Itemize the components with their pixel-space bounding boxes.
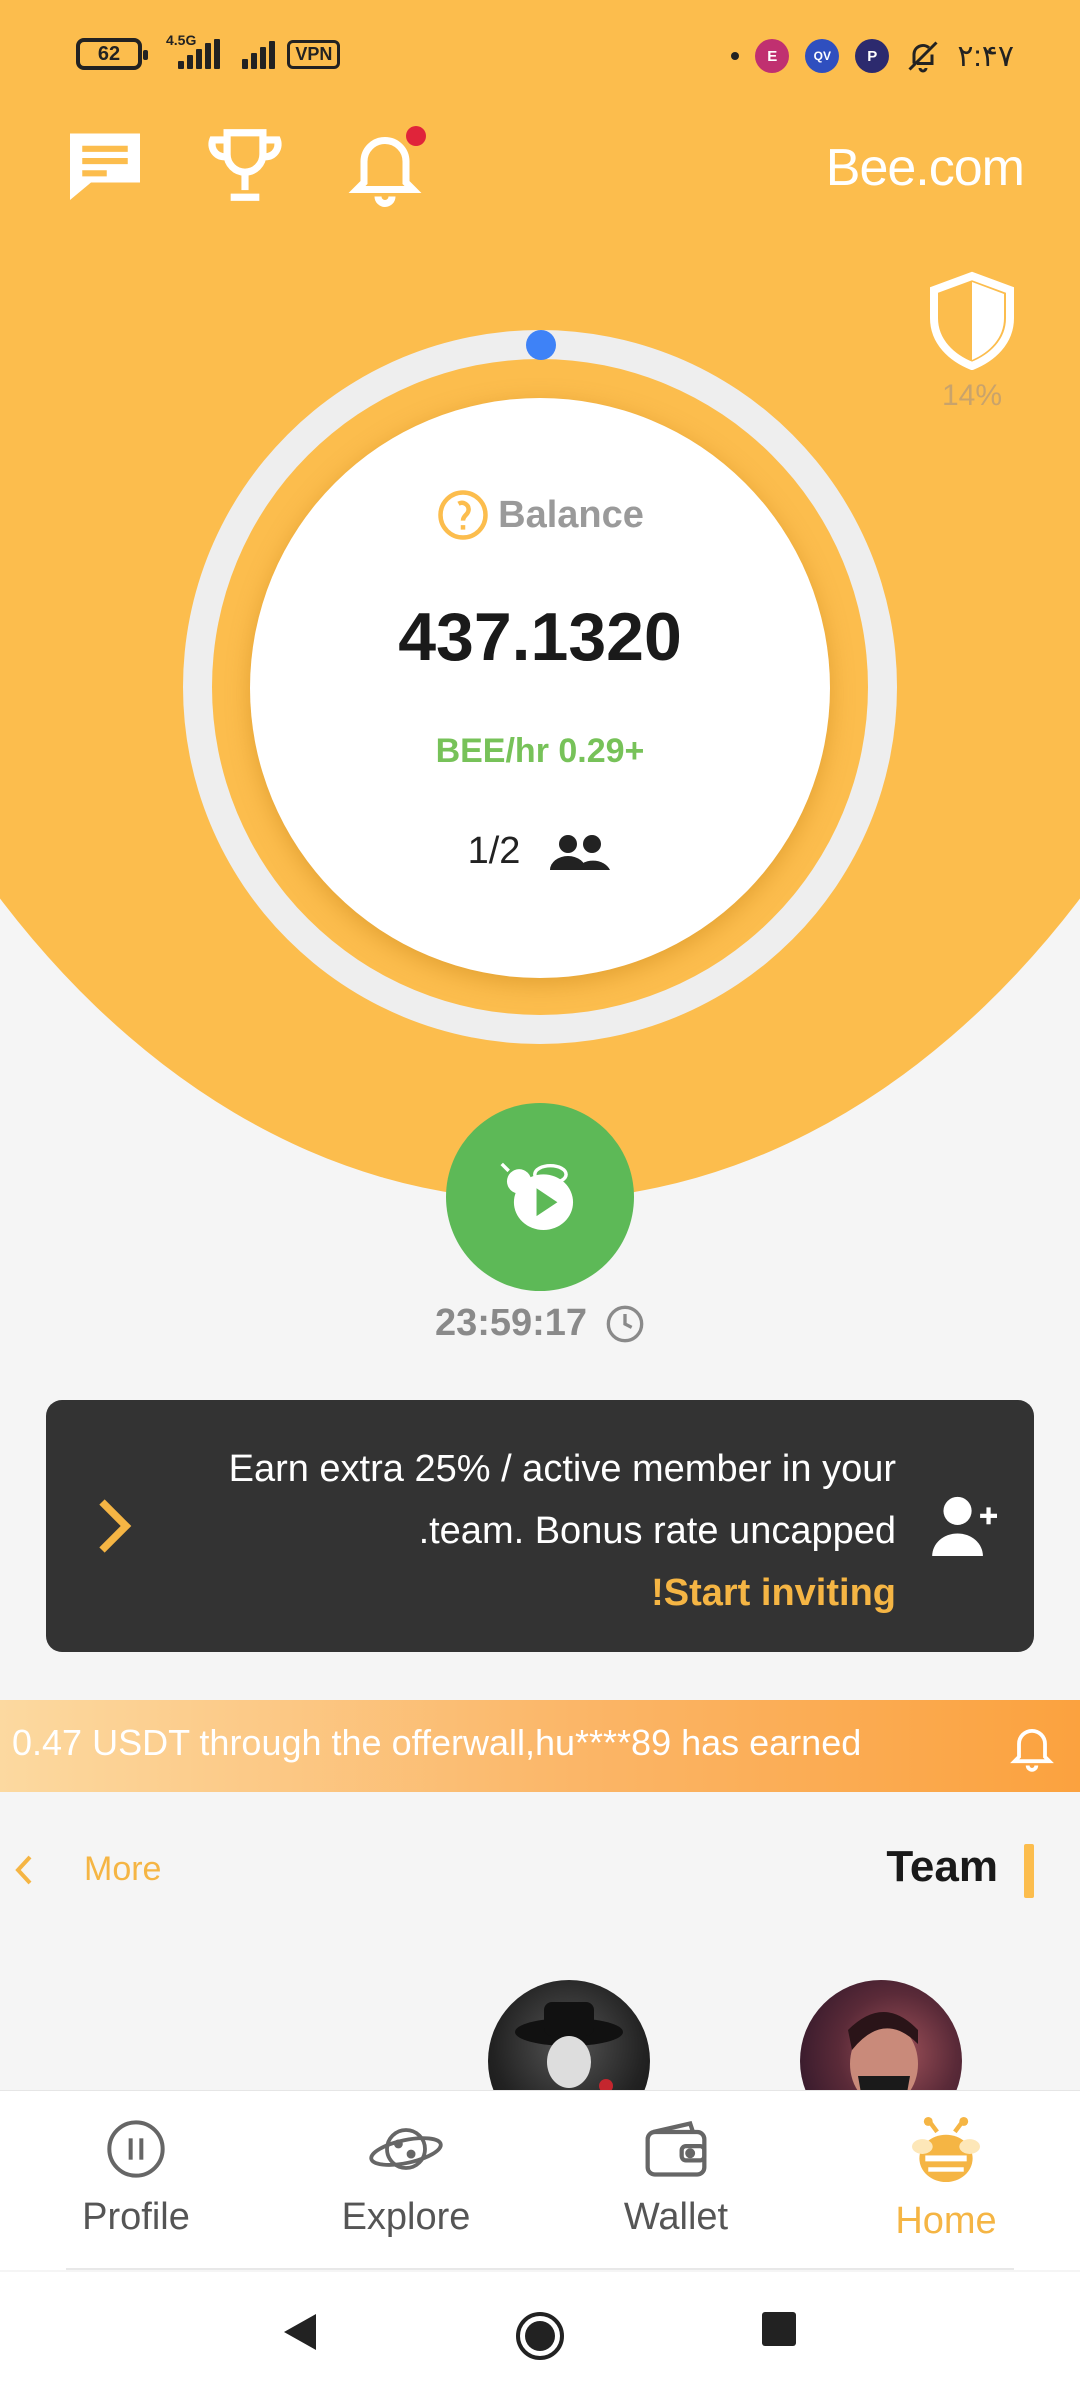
notification-badge	[406, 126, 426, 146]
clock: ۲:۴۷	[957, 39, 1014, 73]
balance-header: Balance	[250, 488, 830, 542]
nav-divider	[66, 2268, 1014, 2270]
team-title-accent	[1024, 1844, 1034, 1898]
header-actions	[60, 120, 430, 210]
add-user-icon	[932, 1496, 997, 1556]
chat-icon	[70, 133, 140, 200]
profile-icon	[107, 2120, 165, 2178]
team-section-header: More Team	[0, 1836, 1080, 1906]
mute-bell-icon	[908, 41, 938, 73]
ring-progress-dot	[526, 330, 556, 360]
security-shield[interactable]: 14%	[924, 270, 1020, 413]
status-right: E QV P ۲:۴۷	[731, 38, 1014, 74]
chevron-left-icon	[15, 1855, 32, 1884]
brand-logo: Bee.com	[825, 139, 1025, 197]
shield-icon	[930, 271, 1014, 371]
notification-dot-icon	[731, 52, 740, 60]
signal-icon-2	[242, 39, 276, 69]
earnings-ticker: 0.47 USDT through the offerwall,hu****89…	[0, 1700, 1080, 1792]
balance-card[interactable]: Balance 437.1320 BEE/hr 0.29+ 1/2	[250, 398, 830, 978]
ticker-bell-icon	[1010, 1728, 1054, 1772]
status-bar: 62 4.5G VPN E QV P ۲:۴۷	[0, 0, 1080, 110]
recents-button[interactable]	[760, 2310, 798, 2348]
network-type: 4.5G	[166, 32, 197, 48]
timer-text: 23:59:17	[434, 1302, 588, 1344]
nav-explore[interactable]: Explore	[306, 2117, 506, 2239]
balance-amount: 437.1320	[398, 599, 682, 675]
team-members-icon	[550, 834, 611, 870]
status-left: 62 4.5G VPN	[76, 32, 341, 70]
invite-message: Earn extra 25% / active member in your .…	[136, 1438, 896, 1624]
chevron-right-icon	[99, 1499, 132, 1553]
more-label: More	[84, 1850, 162, 1888]
bee-icon	[912, 2117, 980, 2183]
invite-line-1: Earn extra 25% / active member in your	[228, 1448, 896, 1490]
planet-icon	[369, 2128, 443, 2170]
bee-play-icon	[500, 1162, 574, 1231]
nav-home[interactable]: Home	[846, 2117, 1046, 2243]
notifications-button[interactable]	[340, 120, 430, 210]
team-more-link[interactable]: More	[14, 1850, 161, 1889]
ticker-text: 0.47 USDT through the offerwall,hu****89…	[12, 1722, 862, 1763]
security-percent: 14%	[941, 379, 1003, 412]
wallet-icon	[645, 2120, 707, 2177]
start-mining-button[interactable]	[446, 1103, 634, 1291]
system-navigation-bar	[0, 2272, 1080, 2400]
home-button[interactable]	[514, 2310, 566, 2362]
clock-icon	[606, 1305, 644, 1342]
mining-rate: BEE/hr 0.29+	[435, 732, 645, 770]
vpn-badge: VPN	[287, 39, 341, 69]
bottom-navigation: Profile Explore Wallet Home	[0, 2090, 1080, 2270]
invite-line-2: .team. Bonus rate uncapped	[418, 1510, 896, 1552]
trophy-icon	[208, 129, 282, 201]
team-title: Team	[886, 1842, 998, 1891]
mining-timer: 23:59:17	[0, 1302, 1080, 1345]
balance-title: Balance	[498, 493, 644, 536]
battery-level: 62	[97, 42, 121, 65]
nav-wallet-label: Wallet	[623, 2196, 729, 2238]
back-button[interactable]	[280, 2310, 320, 2354]
nav-profile-label: Profile	[82, 2196, 190, 2238]
invite-banner[interactable]: Earn extra 25% / active member in your .…	[46, 1400, 1034, 1652]
coin-icon	[438, 490, 488, 540]
nav-profile[interactable]: Profile	[36, 2117, 236, 2239]
nav-wallet[interactable]: Wallet	[576, 2117, 776, 2239]
invite-cta[interactable]: !Start inviting	[136, 1562, 896, 1624]
nav-explore-label: Explore	[341, 2196, 471, 2238]
app-e-icon: E	[755, 39, 790, 73]
members-count: 1/2	[250, 830, 830, 873]
app-qv-icon: QV	[805, 39, 840, 73]
members-text: 1/2	[467, 830, 521, 872]
trophy-button[interactable]	[200, 120, 290, 210]
app-p-icon: P	[855, 39, 890, 73]
nav-home-label: Home	[895, 2200, 997, 2242]
app-root: 62 4.5G VPN E QV P ۲:۴۷ Bee.com 14% Bala…	[0, 0, 1080, 2400]
battery-indicator: 62	[76, 38, 148, 70]
chat-button[interactable]	[60, 120, 150, 210]
